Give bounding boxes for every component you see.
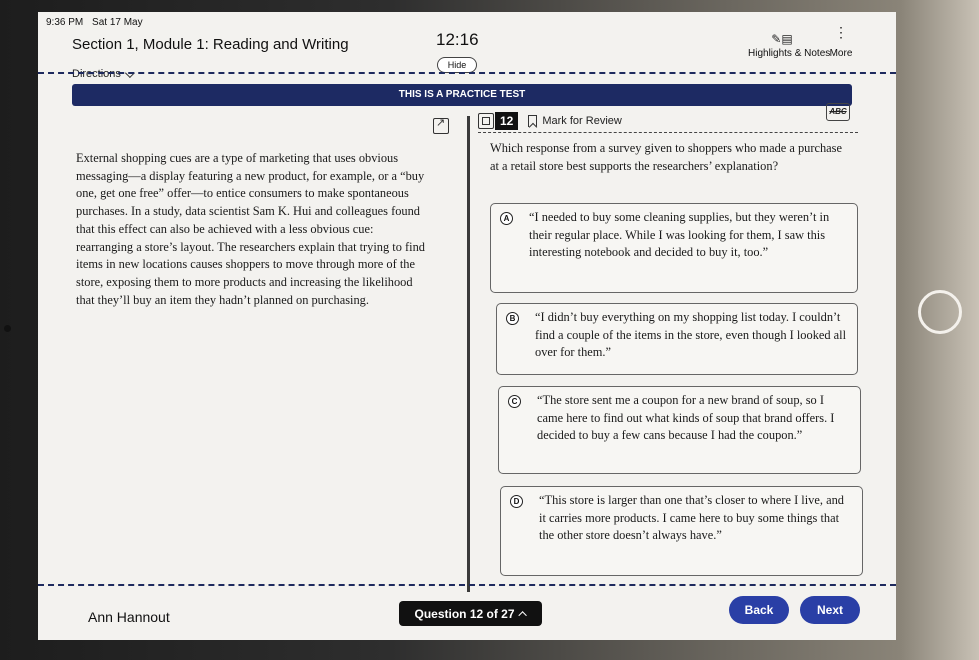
choice-text: “I didn’t buy everything on my shopping … <box>535 310 847 360</box>
choice-text: “The store sent me a coupon for a new br… <box>537 393 835 443</box>
user-name: Ann Hannout <box>88 609 170 625</box>
status-date: Sat 17 May <box>92 17 143 28</box>
status-bar: 9:36 PM Sat 17 May <box>46 17 149 28</box>
question-navigator-button[interactable]: Question 12 of 27 <box>399 601 542 626</box>
camera-dot <box>4 325 11 332</box>
hide-timer-button[interactable]: Hide <box>437 57 477 73</box>
back-button[interactable]: Back <box>729 596 789 624</box>
pencil-note-icon: ✎▤ <box>771 32 793 46</box>
timer: 12:16 <box>436 30 479 49</box>
choice-letter: B <box>506 312 519 325</box>
choice-text: “This store is larger than one that’s cl… <box>539 493 844 543</box>
bookmark-icon <box>528 115 538 127</box>
directions-toggle[interactable]: Directions <box>72 67 135 80</box>
mark-for-review-button[interactable]: Mark for Review <box>528 115 622 127</box>
chevron-up-icon <box>517 610 527 620</box>
answer-choice-c[interactable]: C “The store sent me a coupon for a new … <box>498 386 861 474</box>
mark-for-review-label: Mark for Review <box>542 115 622 127</box>
section-title: Section 1, Module 1: Reading and Writing <box>72 36 349 53</box>
answer-choice-d[interactable]: D “This store is larger than one that’s … <box>500 486 863 576</box>
collapse-icon[interactable] <box>478 113 494 129</box>
next-button[interactable]: Next <box>800 596 860 624</box>
question-prompt: Which response from a survey given to sh… <box>490 141 842 173</box>
choice-letter: C <box>508 395 521 408</box>
footer-divider <box>38 584 896 586</box>
device-ring <box>918 290 962 334</box>
abc-strikethrough-icon[interactable]: ABC <box>826 103 850 121</box>
status-time: 9:36 PM <box>46 17 84 28</box>
answer-choice-b[interactable]: B “I didn’t buy everything on my shoppin… <box>496 303 858 375</box>
tablet-screen: 9:36 PM Sat 17 May Section 1, Module 1: … <box>38 12 896 640</box>
choice-letter: D <box>510 495 523 508</box>
question-navigator-label: Question 12 of 27 <box>414 606 515 621</box>
passage-text: External shopping cues are a type of mar… <box>76 151 425 307</box>
header-divider <box>38 72 896 74</box>
question-header: 12 Mark for Review <box>478 112 622 130</box>
choice-letter: A <box>500 212 513 225</box>
pane-divider[interactable] <box>467 116 470 592</box>
vertical-dots-icon: ⋮ <box>834 24 848 40</box>
choice-text: “I needed to buy some cleaning supplies,… <box>529 210 830 260</box>
question-header-divider <box>478 132 858 133</box>
expand-icon[interactable] <box>433 116 449 134</box>
answer-choice-a[interactable]: A “I needed to buy some cleaning supplie… <box>490 203 858 293</box>
more-label: More <box>829 48 853 59</box>
practice-banner: THIS IS A PRACTICE TEST <box>72 84 852 106</box>
question-number: 12 <box>495 112 519 130</box>
directions-label: Directions <box>72 68 121 80</box>
highlights-notes-button[interactable]: ✎▤ Highlights & Notes <box>748 30 830 59</box>
more-button[interactable]: ⋮ More <box>826 24 856 59</box>
